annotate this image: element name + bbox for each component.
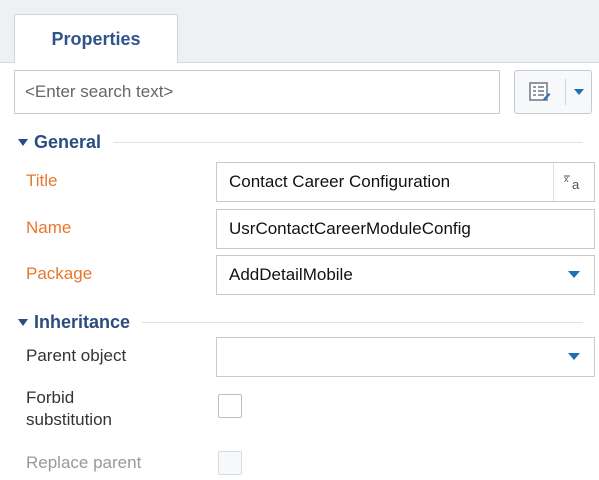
package-value: AddDetailMobile [229,265,353,284]
collapse-triangle-icon [18,138,28,146]
section-inheritance-header[interactable]: Inheritance [14,309,599,335]
title-field[interactable]: Contact Career Configuration x a [216,162,595,202]
search-toolbar [14,70,599,116]
collapse-triangle-icon [18,318,28,326]
tab-properties[interactable]: Properties [14,14,178,63]
forbid-substitution-checkbox[interactable] [218,394,242,418]
list-view-icon [515,82,565,102]
parent-object-select[interactable] [216,337,595,377]
forbid-substitution-label: Forbid substitution [26,388,112,429]
view-mode-button[interactable] [514,70,592,114]
title-label: Title [26,171,58,190]
chevron-down-icon[interactable] [554,338,594,376]
svg-text:a: a [572,177,580,190]
name-field[interactable]: UsrContactCareerModuleConfig [216,209,595,249]
section-general-header[interactable]: General [14,129,599,155]
parent-object-label: Parent object [26,346,127,365]
search-input[interactable] [14,70,500,114]
section-inheritance-title: Inheritance [34,311,131,332]
replace-parent-label: Replace parent [26,453,142,472]
section-general-title: General [34,131,102,152]
localize-icon[interactable]: x a [553,163,594,201]
tab-bar: Properties [0,0,599,63]
replace-parent-checkbox [218,451,242,475]
chevron-down-icon[interactable] [566,88,591,96]
name-label: Name [26,218,72,237]
package-select[interactable]: AddDetailMobile [216,255,595,295]
package-label: Package [26,264,93,283]
tab-properties-label: Properties [51,28,141,49]
name-value: UsrContactCareerModuleConfig [229,219,471,238]
chevron-down-icon[interactable] [554,256,594,294]
title-value: Contact Career Configuration [229,172,451,191]
